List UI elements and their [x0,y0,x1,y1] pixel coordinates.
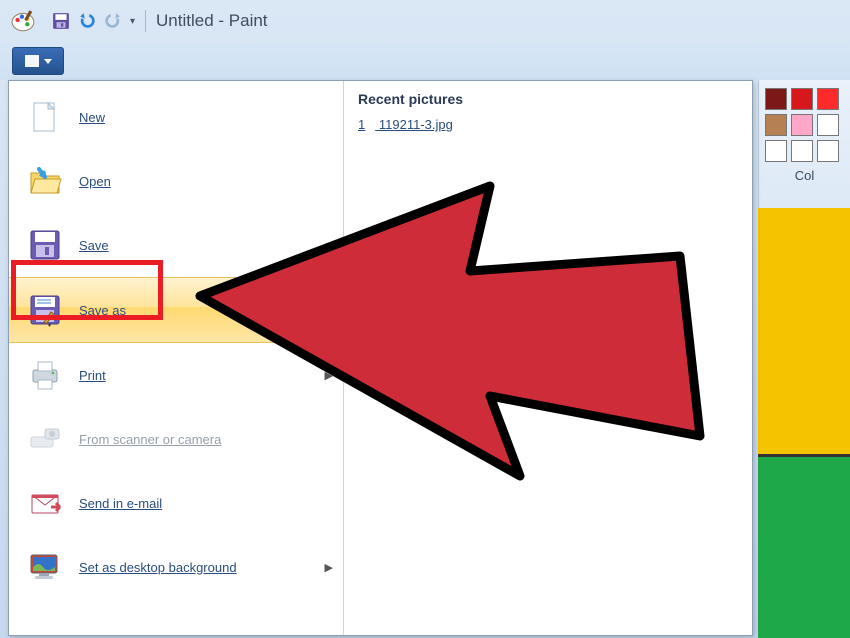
file-menu-glyph-icon [25,55,39,67]
canvas-green-region[interactable] [758,454,850,638]
color-swatch[interactable] [765,88,787,110]
recent-pictures-pane: Recent pictures 1 119211-3.jpg [344,81,752,635]
menu-item-new[interactable]: New [9,85,343,149]
redo-icon[interactable] [104,12,122,30]
menu-item-label: Save as [79,303,126,318]
file-menu-button[interactable] [12,47,64,75]
recent-heading: Recent pictures [358,91,738,107]
menu-item-label: Print [79,368,106,383]
color-palette-partial: Col [758,80,850,208]
qat-customize-icon[interactable]: ▾ [130,16,135,27]
title-bar: ▾ Untitled - Paint [0,0,850,42]
recent-index: 1 [358,117,365,132]
save-icon[interactable] [52,12,70,30]
menu-item-label: Open [79,174,111,189]
menu-item-save[interactable]: Save [9,213,343,277]
recent-filename: 119211-3.jpg [379,117,453,132]
print-icon [27,357,63,393]
color-swatch[interactable] [765,114,787,136]
menu-item-label: Set as desktop background [79,560,237,575]
menu-item-send-email[interactable]: Send in e-mail [9,471,343,535]
quick-access-toolbar: ▾ [52,12,135,30]
colors-label: Col [765,168,844,183]
save-floppy-icon [27,227,63,263]
menu-item-label: Save [79,238,109,253]
desktop-background-icon [27,549,63,585]
window-title: Untitled - Paint [156,11,268,31]
color-swatch[interactable] [791,140,813,162]
color-swatch[interactable] [817,140,839,162]
title-separator [145,10,146,32]
paint-logo-icon [10,8,36,34]
menu-item-save-as[interactable]: Save as ▶ [9,277,343,343]
recent-item[interactable]: 1 119211-3.jpg [358,117,738,132]
menu-item-open[interactable]: Open [9,149,343,213]
color-swatch[interactable] [817,114,839,136]
file-menu-left: New Open Save [9,81,344,635]
scanner-camera-icon [27,421,63,457]
new-file-icon [27,99,63,135]
menu-item-label: Send in e-mail [79,496,162,511]
menu-item-from-scanner: From scanner or camera [9,407,343,471]
menu-item-label: From scanner or camera [79,432,221,447]
color-swatch[interactable] [817,88,839,110]
ribbon-tab-row [0,42,850,80]
color-swatch[interactable] [765,140,787,162]
file-menu-panel: New Open Save [8,80,753,636]
canvas-yellow-region[interactable] [758,208,850,454]
canvas-peek [758,208,850,638]
color-swatch[interactable] [791,114,813,136]
color-swatch[interactable] [791,88,813,110]
menu-item-print[interactable]: Print ▶ [9,343,343,407]
submenu-arrow-icon: ▶ [325,561,333,574]
email-icon [27,485,63,521]
dropdown-arrow-icon [44,59,52,64]
open-folder-icon [27,163,63,199]
menu-item-desktop-background[interactable]: Set as desktop background ▶ [9,535,343,599]
submenu-arrow-icon: ▶ [325,304,333,317]
save-as-icon [27,292,63,328]
undo-icon[interactable] [78,12,96,30]
submenu-arrow-icon: ▶ [325,369,333,382]
menu-item-label: New [79,110,105,125]
